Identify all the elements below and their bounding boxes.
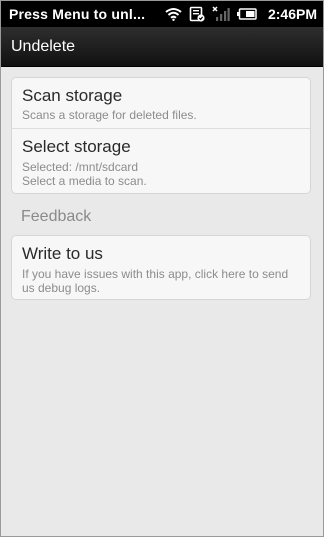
feedback-section-header: Feedback (21, 208, 92, 225)
scan-storage-summary: Scans a storage for deleted files. (22, 108, 197, 122)
notification-text[interactable]: Press Menu to unl... (9, 6, 145, 22)
write-to-us-title: Write to us (22, 244, 103, 263)
preferences-list: Scan storage Scans a storage for deleted… (1, 67, 323, 536)
no-signal-icon (212, 6, 230, 22)
write-to-us-item[interactable]: Write to us If you have issues with this… (12, 236, 310, 299)
status-bar: Press Menu to unl... 2:46PM (1, 1, 323, 27)
storage-card: Scan storage Scans a storage for deleted… (11, 77, 311, 194)
screen: Press Menu to unl... 2:46PM Undelete Sca… (0, 0, 324, 537)
scan-storage-title: Scan storage (22, 86, 123, 105)
select-storage-item[interactable]: Select storage Selected: /mnt/sdcard Sel… (12, 129, 310, 193)
write-to-us-summary: If you have issues with this app, click … (22, 267, 289, 295)
battery-icon (236, 8, 257, 20)
selected-storage-path: Selected: /mnt/sdcard (22, 160, 139, 174)
sync-icon (189, 6, 205, 22)
clock: 2:46PM (267, 6, 317, 22)
action-bar: Undelete (1, 27, 323, 67)
app-title: Undelete (11, 37, 76, 55)
select-storage-title: Select storage (22, 137, 131, 156)
scan-storage-item[interactable]: Scan storage Scans a storage for deleted… (12, 78, 310, 128)
feedback-card: Write to us If you have issues with this… (11, 235, 311, 300)
status-icons: 2:46PM (165, 6, 317, 22)
select-storage-summary: Select a media to scan. (22, 174, 147, 188)
wifi-icon (165, 7, 182, 21)
